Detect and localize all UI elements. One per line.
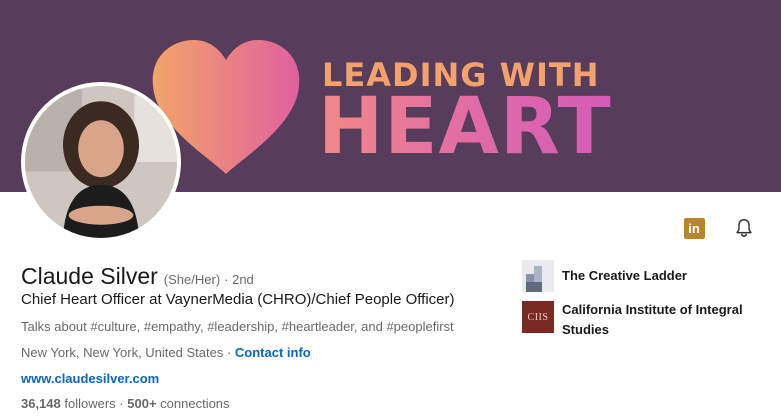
profile-headline: Chief Heart Officer at VaynerMedia (CHRO… xyxy=(21,291,455,308)
linkedin-icon[interactable]: in xyxy=(680,214,708,242)
name-row: Claude Silver (She/Her) · 2nd xyxy=(21,263,254,290)
org-name: The Creative Ladder xyxy=(562,268,687,283)
org-ciis[interactable]: CIIS California Institute of Integral St… xyxy=(522,301,772,340)
profile-location: New York, New York, United States xyxy=(21,345,224,360)
contact-info-link[interactable]: Contact info xyxy=(235,345,311,360)
bell-glyph xyxy=(736,219,752,237)
location-row: New York, New York, United States · Cont… xyxy=(21,345,311,360)
linkedin-badge: in xyxy=(683,217,705,239)
followers-count: 36,148 xyxy=(21,396,61,411)
ciis-logo: CIIS xyxy=(522,301,554,333)
organizations-list: The Creative Ladder CIIS California Inst… xyxy=(522,260,772,340)
website-link[interactable]: www.claudesilver.com xyxy=(21,371,159,386)
location-separator: · xyxy=(223,345,235,360)
stats-row: 36,148 followers · 500+ connections xyxy=(21,396,230,411)
org-name: California Institute of Integral Studies xyxy=(562,302,743,337)
profile-top-actions: in xyxy=(680,214,758,242)
connections-link[interactable]: 500+ connections xyxy=(127,396,229,411)
connections-label: connections xyxy=(156,396,230,411)
profile-pronouns: (She/Her) xyxy=(163,272,221,287)
connection-degree: · 2nd xyxy=(224,272,254,287)
connections-count: 500+ xyxy=(127,396,157,411)
org-creative-ladder[interactable]: The Creative Ladder xyxy=(522,260,772,292)
banner-title-line2: HEART xyxy=(318,82,612,172)
avatar-photo xyxy=(25,86,177,238)
stats-separator: · xyxy=(115,396,128,411)
bell-icon[interactable] xyxy=(730,214,758,242)
talks-about: Talks about #culture, #empathy, #leaders… xyxy=(21,319,454,334)
followers-label: followers xyxy=(60,396,116,411)
profile-avatar[interactable] xyxy=(21,82,181,242)
profile-name: Claude Silver xyxy=(21,263,158,289)
creative-ladder-logo xyxy=(522,260,554,292)
